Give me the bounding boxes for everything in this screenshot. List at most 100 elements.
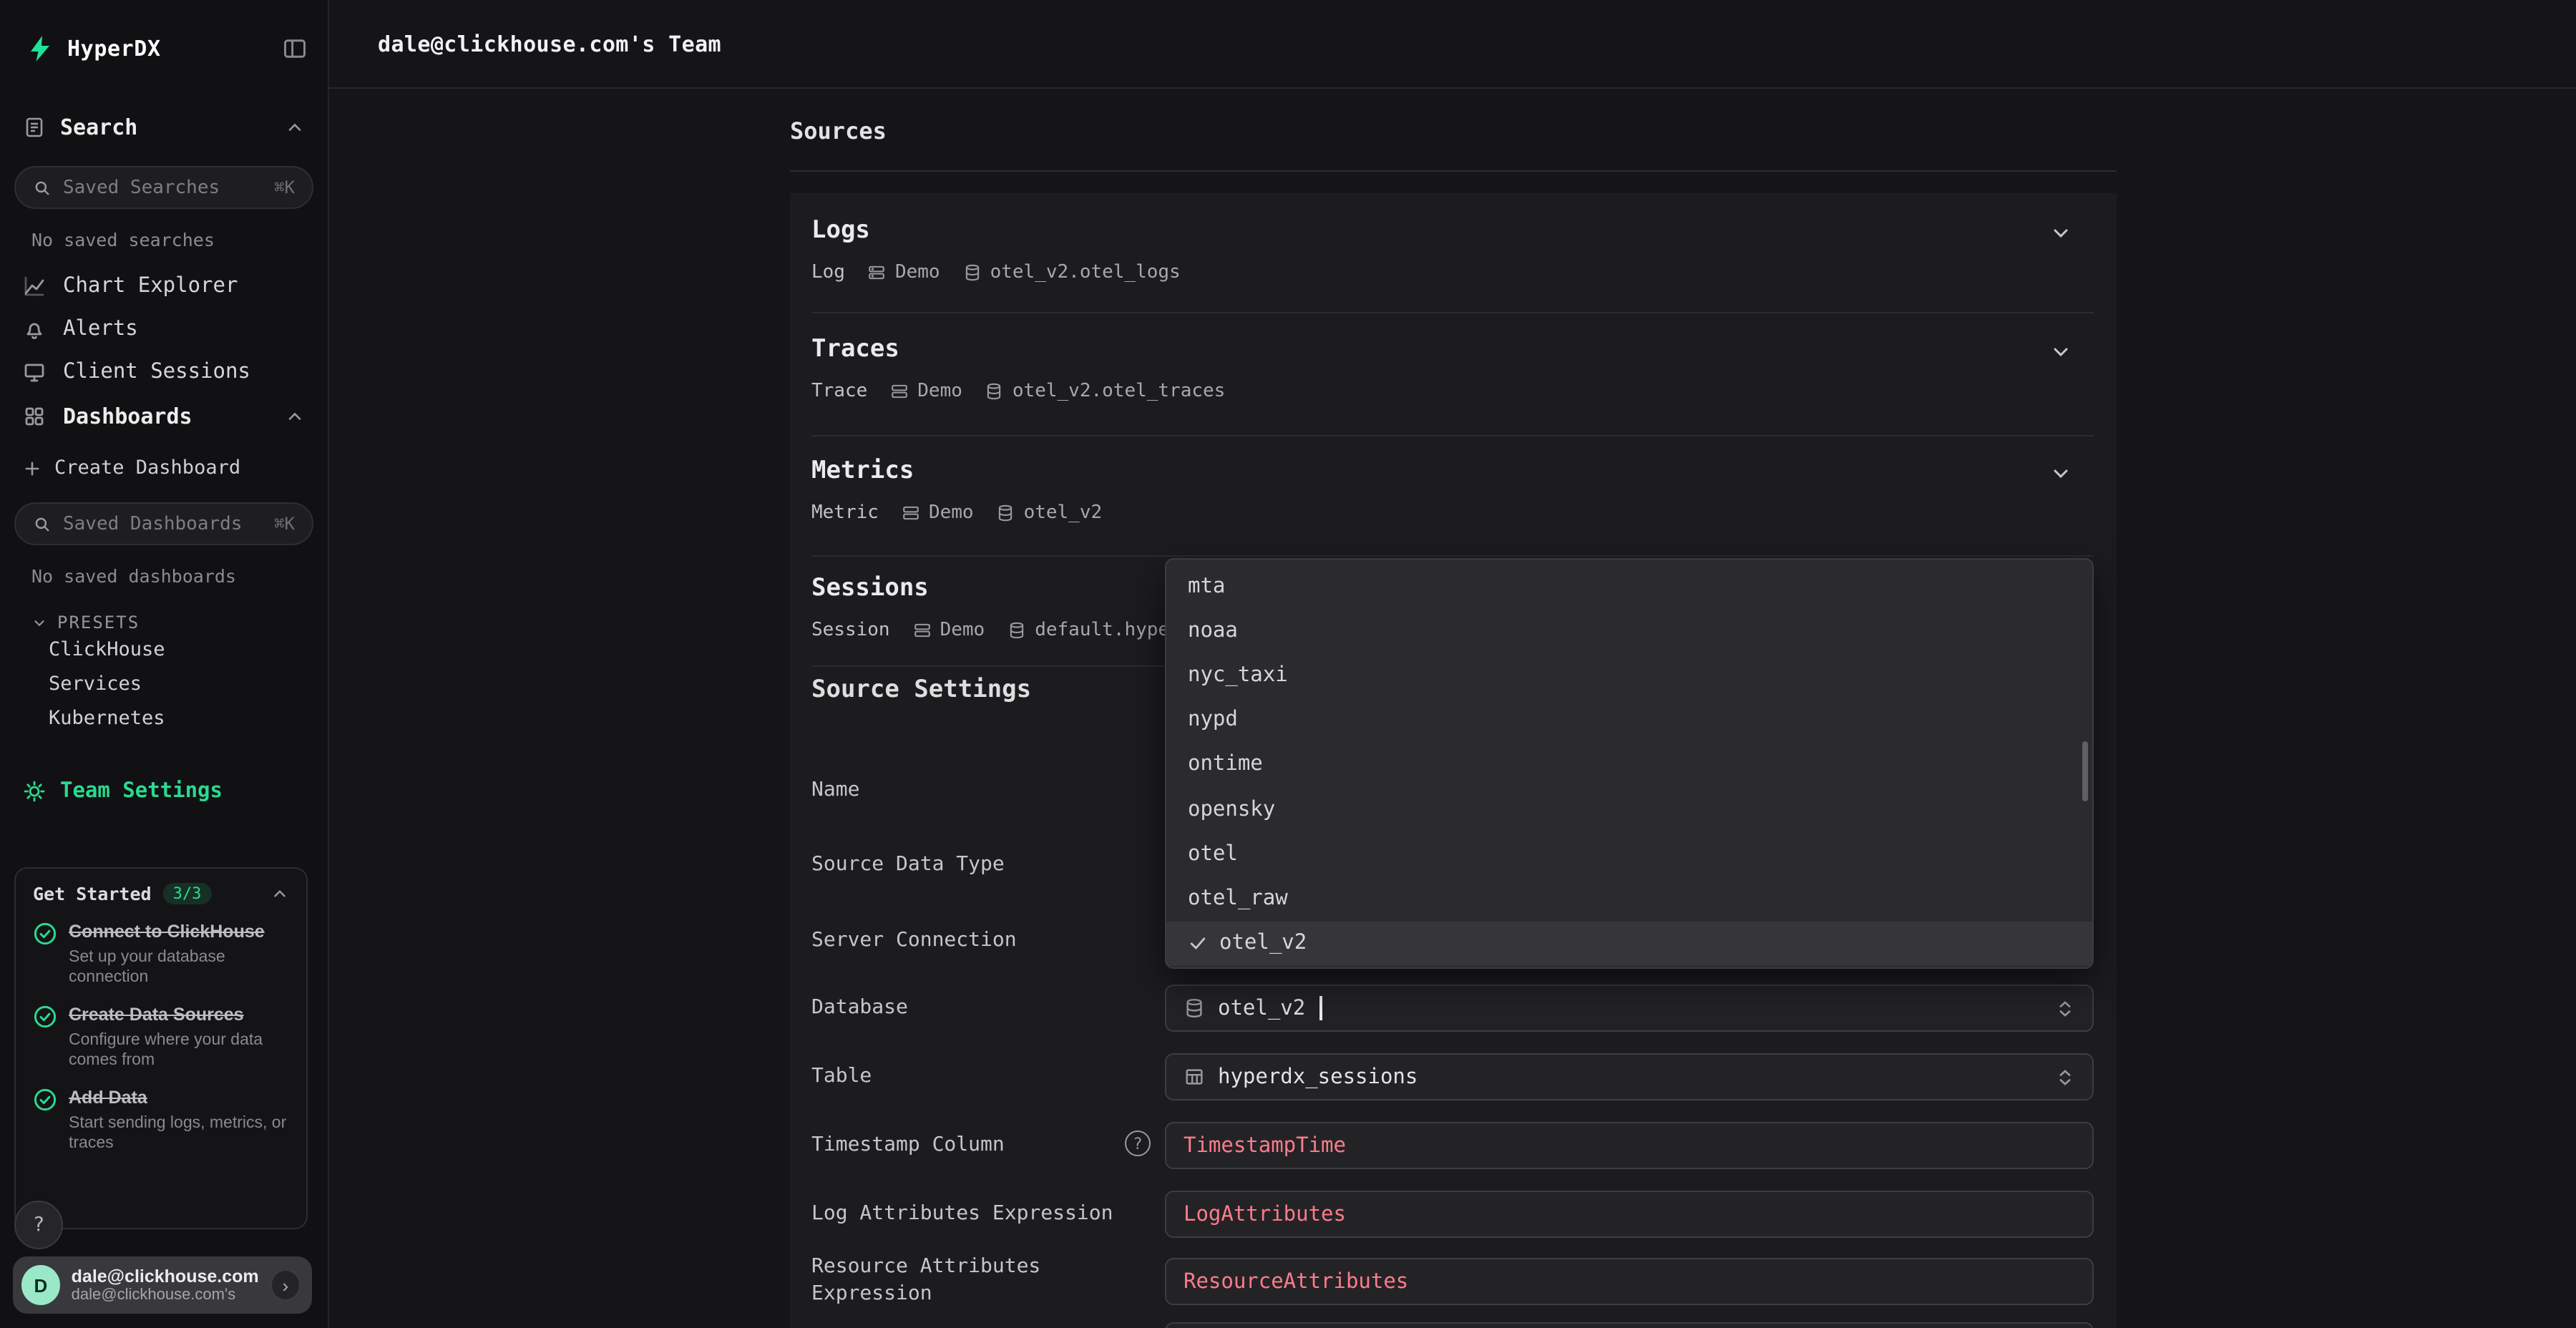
dropdown-option[interactable]: ontime xyxy=(1166,743,2092,787)
get-started-item[interactable]: Connect to ClickHouse Set up your databa… xyxy=(33,922,289,987)
database-value: otel_v2 xyxy=(1218,997,1305,1020)
chevron-down-icon[interactable] xyxy=(2049,341,2072,363)
brand-name: HyperDX xyxy=(67,36,161,62)
database-dropdown: mta noaa nyc_taxi nypd ontime opensky ot… xyxy=(1165,558,2094,969)
sources-heading: Sources xyxy=(790,117,887,145)
dropdown-option[interactable]: otel_raw xyxy=(1166,877,2092,921)
dropdown-scrollbar[interactable] xyxy=(2082,741,2088,801)
preset-item-kubernetes[interactable]: Kubernetes xyxy=(49,701,328,736)
dropdown-option-selected[interactable]: otel_v2 xyxy=(1166,921,2092,965)
get-started-item-title: Create Data Sources xyxy=(69,1005,289,1026)
field-label-name: Name xyxy=(811,777,1155,804)
saved-searches-placeholder: Saved Searches xyxy=(63,177,220,198)
dropdown-option[interactable]: opensky xyxy=(1166,787,2092,831)
sidebar-collapse-icon[interactable] xyxy=(282,36,308,62)
get-started-card: Get Started 3/3 Connect to ClickHouse Se… xyxy=(14,867,308,1229)
connection-name: Demo xyxy=(917,381,962,402)
grid-icon xyxy=(23,405,46,428)
user-name: dale@clickhouse.com xyxy=(72,1266,259,1286)
no-saved-dashboards-text: No saved dashboards xyxy=(31,565,328,587)
preset-item-clickhouse[interactable]: ClickHouse xyxy=(49,633,328,667)
select-chevrons-icon xyxy=(2055,1067,2075,1087)
source-settings-heading: Source Settings xyxy=(811,675,1031,704)
page-title: dale@clickhouse.com's Team xyxy=(378,31,721,57)
divider xyxy=(811,312,2094,313)
sidebar-item-team-settings[interactable]: Team Settings xyxy=(9,770,319,813)
chart-icon xyxy=(23,275,46,298)
dropdown-option[interactable]: noaa xyxy=(1166,608,2092,653)
get-started-header[interactable]: Get Started 3/3 xyxy=(33,883,289,904)
table-icon xyxy=(1184,1066,1205,1088)
divider xyxy=(811,555,2094,557)
option-label: nyc_taxi xyxy=(1188,664,1288,687)
source-type: Metric xyxy=(811,502,879,524)
chevron-down-icon xyxy=(31,615,47,630)
get-started-item[interactable]: Create Data Sources Configure where your… xyxy=(33,1005,289,1070)
preset-item-services[interactable]: Services xyxy=(49,667,328,701)
source-section-meta: Metric Demo otel_v2 xyxy=(811,502,1102,524)
select-chevrons-icon xyxy=(2055,998,2075,1018)
saved-dashboards-placeholder: Saved Dashboards xyxy=(63,513,242,534)
sidebar-section-search[interactable]: Search xyxy=(9,103,319,152)
server-icon xyxy=(913,621,932,640)
team-settings-label: Team Settings xyxy=(60,780,223,803)
sidebar-item-alerts[interactable]: Alerts xyxy=(9,308,319,351)
server-icon xyxy=(890,382,909,401)
saved-dashboards-input[interactable]: Saved Dashboards ⌘K xyxy=(14,502,313,545)
get-started-item-desc: Configure where your data comes from xyxy=(69,1030,289,1070)
dropdown-option[interactable]: nyc_taxi xyxy=(1166,653,2092,698)
user-subtitle: dale@clickhouse.com's xyxy=(72,1286,259,1304)
search-section-label: Search xyxy=(60,114,137,140)
get-started-item-desc: Set up your database connection xyxy=(69,947,289,987)
option-label: mta xyxy=(1188,575,1225,597)
database-select[interactable]: otel_v2 xyxy=(1165,985,2094,1032)
option-label: noaa xyxy=(1188,620,1238,643)
connection-chip: Demo xyxy=(913,620,985,641)
source-type: Trace xyxy=(811,381,867,402)
source-section-meta: Log Demo otel_v2.otel_logs xyxy=(811,262,1181,283)
dropdown-option[interactable]: otel xyxy=(1166,831,2092,876)
option-label: otel_raw xyxy=(1188,887,1288,910)
create-dashboard-button[interactable]: Create Dashboard xyxy=(9,448,319,488)
table-name: otel_v2.otel_traces xyxy=(1013,381,1225,402)
help-button[interactable]: ? xyxy=(14,1201,63,1249)
user-menu[interactable]: D dale@clickhouse.com dale@clickhouse.co… xyxy=(13,1256,312,1314)
page-header: dale@clickhouse.com's Team xyxy=(329,0,2576,89)
chevron-down-icon[interactable] xyxy=(2049,462,2072,485)
chevron-right-icon[interactable]: › xyxy=(270,1269,301,1301)
sidebar-item-dashboards[interactable]: Dashboards xyxy=(9,394,319,439)
database-icon xyxy=(1008,621,1026,640)
search-icon xyxy=(33,178,52,197)
resource-attributes-value: ResourceAttributes xyxy=(1184,1270,1408,1293)
resource-attributes-input[interactable]: ResourceAttributes xyxy=(1165,1258,2094,1305)
table-name: otel_v2.otel_logs xyxy=(990,262,1181,283)
create-dashboard-label: Create Dashboard xyxy=(54,456,240,479)
dropdown-option[interactable]: mta xyxy=(1166,564,2092,608)
source-type: Session xyxy=(811,620,890,641)
table-value: hyperdx_sessions xyxy=(1218,1065,1418,1088)
source-section-title: Logs xyxy=(811,216,870,245)
option-label: otel xyxy=(1188,842,1238,865)
gear-icon xyxy=(23,780,46,803)
source-section-title: Sessions xyxy=(811,574,929,602)
avatar: D xyxy=(21,1265,60,1305)
table-select[interactable]: hyperdx_sessions xyxy=(1165,1053,2094,1100)
help-tooltip-icon[interactable]: ? xyxy=(1125,1131,1151,1156)
timestamp-column-value: TimestampTime xyxy=(1184,1134,1346,1157)
table-name: otel_v2 xyxy=(1024,502,1103,524)
timestamp-column-input[interactable]: TimestampTime xyxy=(1165,1122,2094,1169)
nav-label: Alerts xyxy=(63,318,138,341)
next-field-input[interactable] xyxy=(1165,1322,2094,1328)
dropdown-option[interactable]: nypd xyxy=(1166,698,2092,742)
source-section-title: Traces xyxy=(811,335,899,363)
log-attributes-input[interactable]: LogAttributes xyxy=(1165,1191,2094,1238)
log-attributes-value: LogAttributes xyxy=(1184,1203,1346,1226)
chevron-down-icon[interactable] xyxy=(2049,222,2072,245)
table-chip: otel_v2.otel_traces xyxy=(985,381,1225,402)
field-label-log-attributes: Log Attributes Expression xyxy=(811,1201,1155,1228)
sidebar-item-client-sessions[interactable]: Client Sessions xyxy=(9,351,319,394)
presets-toggle[interactable]: PRESETS xyxy=(31,612,328,633)
get-started-item[interactable]: Add Data Start sending logs, metrics, or… xyxy=(33,1088,289,1153)
sidebar-item-chart-explorer[interactable]: Chart Explorer xyxy=(9,265,319,308)
saved-searches-input[interactable]: Saved Searches ⌘K xyxy=(14,166,313,209)
